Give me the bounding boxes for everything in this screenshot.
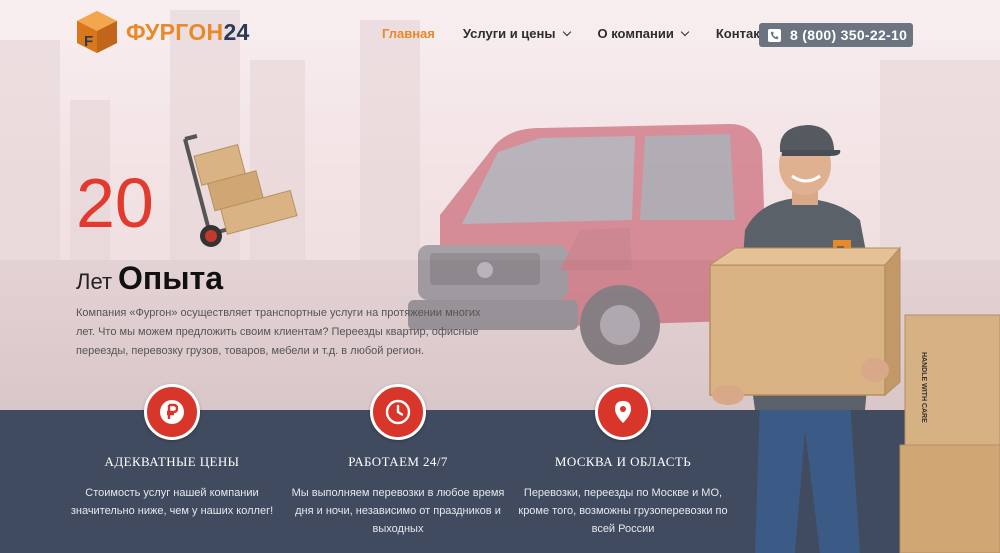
- main-nav: Главная Услуги и цены О компании Контакт…: [382, 26, 805, 41]
- clock-icon: [385, 399, 411, 425]
- box-label: HANDLE WITH CARE: [920, 352, 927, 423]
- delivery-worker-image: HANDLE WITH CARE F: [708, 125, 1000, 553]
- feature-icon-wrap: [595, 384, 651, 440]
- svg-text:F: F: [84, 33, 93, 50]
- hero-description: Компания «Фургон» осуществляет транспорт…: [76, 307, 481, 357]
- phone-button[interactable]: 8 (800) 350-22-10: [759, 23, 913, 47]
- nav-item-label: Главная: [382, 26, 435, 41]
- logo-cube-icon: F: [77, 11, 117, 53]
- nav-item-about[interactable]: О компании: [597, 26, 690, 41]
- nav-item-services[interactable]: Услуги и цены: [462, 26, 571, 41]
- years-number: 20: [76, 164, 154, 242]
- phone-icon: [768, 28, 781, 42]
- nav-item-home[interactable]: Главная: [382, 26, 435, 41]
- nav-item-label: Услуги и цены: [462, 26, 556, 41]
- chevron-down-icon: [562, 27, 571, 37]
- city-building: [0, 40, 60, 260]
- experience-small: Лет: [76, 269, 113, 294]
- feature-card: Адекватные цены Стоимость услуг нашей ко…: [62, 384, 282, 520]
- hand-truck-icon: [183, 134, 298, 247]
- phone-number: 8 (800) 350-22-10: [790, 27, 908, 43]
- nav-item-label: О компании: [597, 26, 674, 41]
- feature-text: Мы выполняем перевозки в любое время дня…: [291, 487, 505, 535]
- logo-text-main: ФУРГОН: [126, 18, 224, 45]
- logo-text-number: 24: [223, 18, 250, 45]
- feature-title: Адекватные цены: [104, 454, 240, 469]
- feature-text: Стоимость услуг нашей компании значитель…: [70, 487, 274, 517]
- experience-heading: Лет Опыта: [76, 260, 223, 297]
- map-pin-icon: [615, 401, 631, 423]
- ruble-icon: [160, 400, 184, 424]
- feature-icon-wrap: [144, 384, 200, 440]
- logo-text: ФУРГОН24: [126, 19, 250, 46]
- chevron-down-icon: [680, 27, 690, 37]
- site-logo[interactable]: F ФУРГОН24: [76, 10, 250, 54]
- feature-card: Работаем 24/7 Мы выполняем перевозки в л…: [288, 384, 508, 538]
- feature-icon-wrap: [370, 384, 426, 440]
- feature-title: Работаем 24/7: [348, 454, 448, 469]
- site-header: F ФУРГОН24 Главная Услуги и цены О компа…: [0, 0, 1000, 68]
- experience-big: Опыта: [118, 260, 224, 296]
